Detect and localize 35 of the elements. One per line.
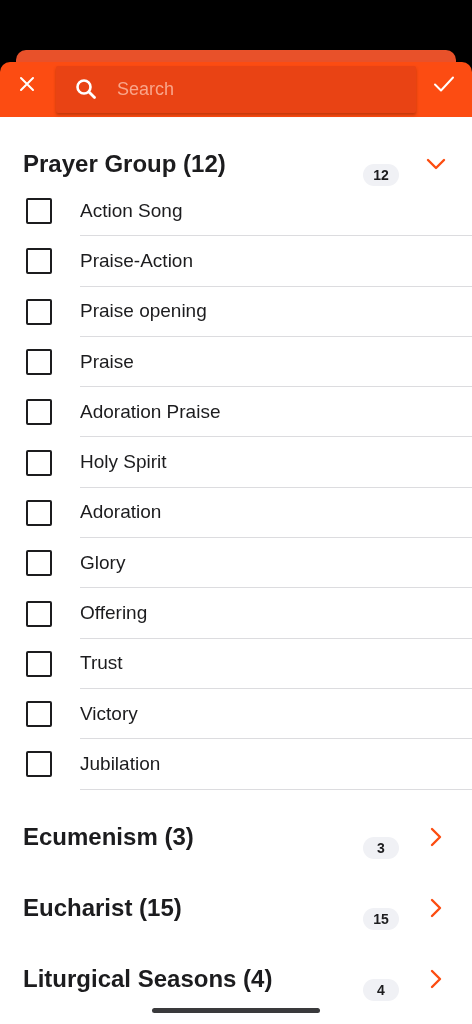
group-title: Prayer Group (12) <box>23 150 227 178</box>
option-label[interactable]: Offering <box>80 588 472 639</box>
option-label[interactable]: Adoration Praise <box>80 387 472 438</box>
checkmark-icon <box>433 75 455 93</box>
close-icon <box>19 76 35 92</box>
count-badge: 15 <box>363 907 399 930</box>
option-label[interactable]: Praise <box>80 336 472 388</box>
option-label[interactable]: Victory <box>80 688 472 740</box>
count-badge: 3 <box>363 836 399 859</box>
checkbox[interactable] <box>26 751 52 778</box>
option-label[interactable]: Trust <box>80 638 472 689</box>
checkbox[interactable] <box>26 198 52 225</box>
count-badge: 12 <box>363 164 399 186</box>
checkbox[interactable] <box>26 600 52 627</box>
option-label[interactable]: Adoration <box>80 487 472 539</box>
count-badge: 4 <box>363 978 399 1001</box>
option-label[interactable]: Action Song <box>80 186 472 237</box>
checkbox[interactable] <box>26 349 52 376</box>
option-label[interactable]: Jubilation <box>80 739 472 790</box>
checkbox[interactable] <box>26 399 52 426</box>
checkbox[interactable] <box>26 550 52 577</box>
checkbox[interactable] <box>26 701 52 728</box>
option-label[interactable]: Praise-Action <box>80 236 472 287</box>
checkbox[interactable] <box>26 449 52 476</box>
group-title: Liturgical Seasons (4) <box>23 964 274 993</box>
option-label[interactable]: Holy Spirit <box>80 437 472 488</box>
option-label[interactable]: Praise opening <box>80 286 472 337</box>
group-title: Eucharist (15) <box>23 893 183 922</box>
checkbox[interactable] <box>26 248 52 275</box>
option-label[interactable]: Glory <box>80 538 472 589</box>
search-field[interactable]: Search <box>56 66 416 113</box>
checkbox[interactable] <box>26 650 52 677</box>
checkbox[interactable] <box>26 298 52 325</box>
checkbox[interactable] <box>26 499 52 526</box>
group-title: Ecumenism (3) <box>23 822 195 851</box>
